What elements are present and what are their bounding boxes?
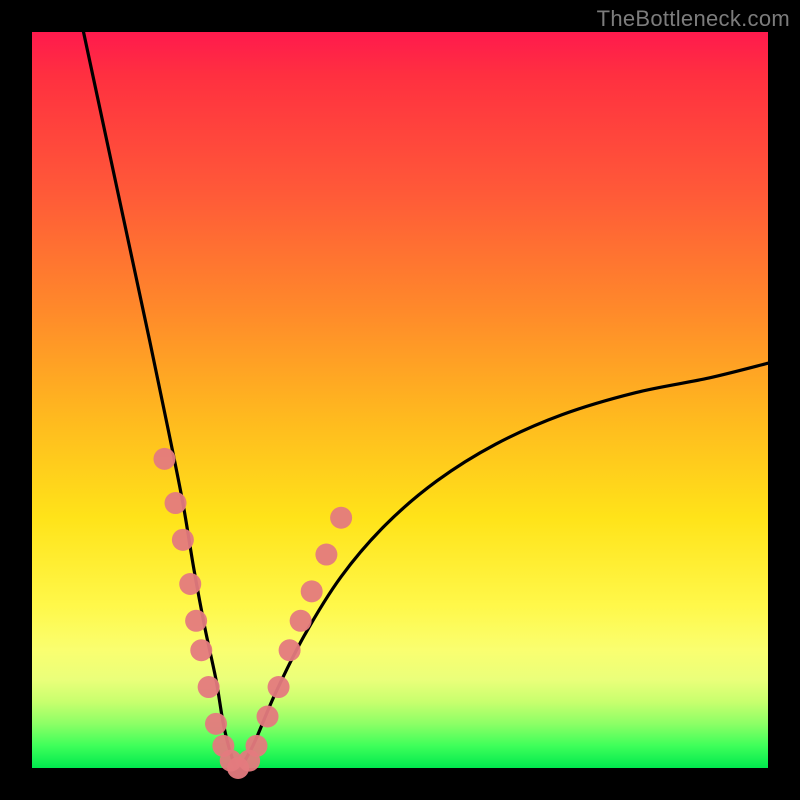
bottleneck-curve xyxy=(84,32,768,768)
chart-frame: TheBottleneck.com xyxy=(0,0,800,800)
curve-layer xyxy=(32,32,768,768)
data-markers xyxy=(153,448,352,779)
plot-area xyxy=(32,32,768,768)
watermark-text: TheBottleneck.com xyxy=(597,6,790,32)
